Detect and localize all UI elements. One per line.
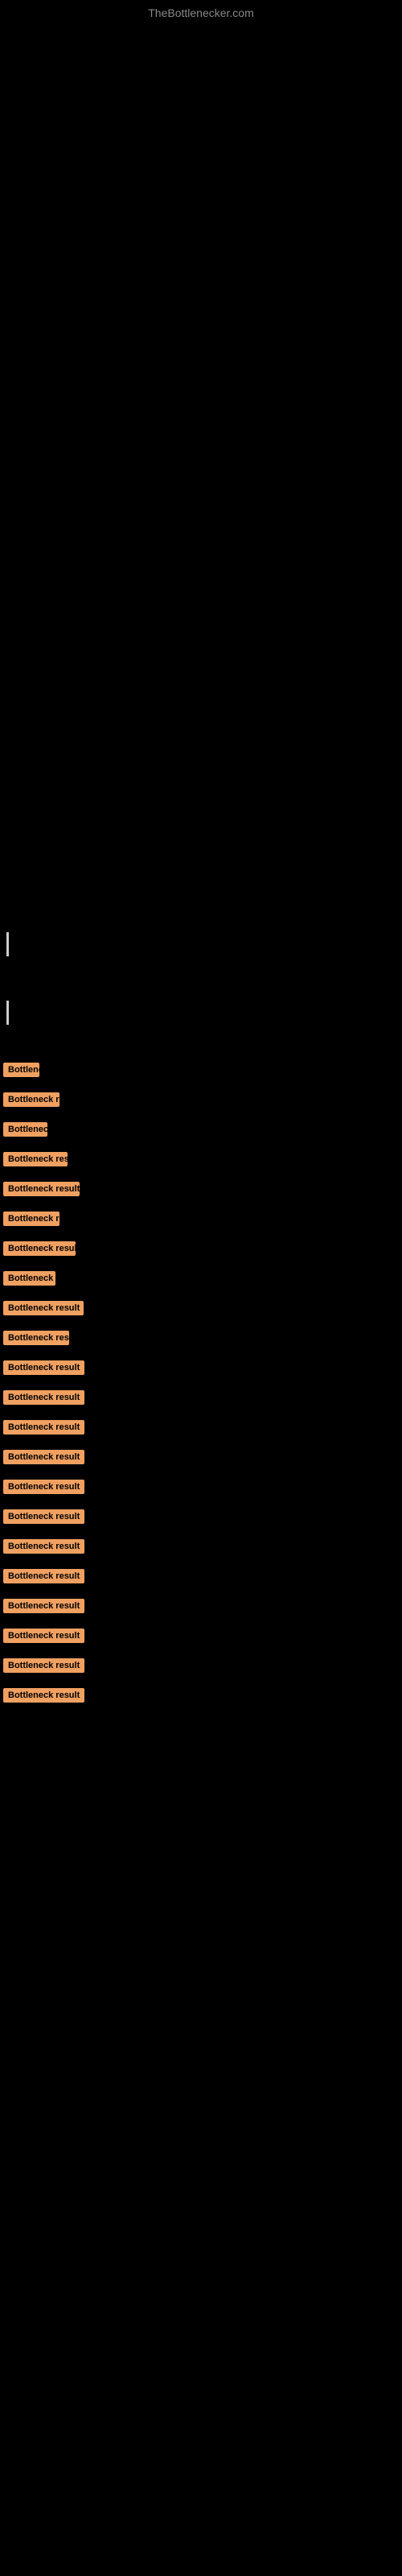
list-item: Bottleneck result xyxy=(0,1121,402,1142)
list-item: Bottleneck result xyxy=(0,1359,402,1381)
bottleneck-badge[interactable]: Bottleneck result xyxy=(3,1390,84,1405)
chart-area xyxy=(0,23,402,441)
bottleneck-badge[interactable]: Bottleneck result xyxy=(3,1360,84,1375)
bottleneck-badge[interactable]: Bottleneck result xyxy=(3,1182,80,1196)
list-item: Bottleneck result xyxy=(0,1329,402,1351)
bottleneck-badge[interactable]: Bottleneck result xyxy=(3,1271,55,1286)
line-indicator-2 xyxy=(0,993,402,1037)
list-item: Bottleneck result xyxy=(0,1448,402,1470)
list-item: Bottleneck result xyxy=(0,1091,402,1113)
spacer-section xyxy=(0,441,402,924)
bottleneck-badge[interactable]: Bottleneck result xyxy=(3,1480,84,1494)
list-item: Bottleneck result xyxy=(0,1478,402,1500)
list-item: Bottleneck result xyxy=(0,1627,402,1649)
list-item: Bottleneck result xyxy=(0,1597,402,1619)
site-title: TheBottlenecker.com xyxy=(0,0,402,23)
bottleneck-badge[interactable]: Bottleneck result xyxy=(3,1509,84,1524)
bottleneck-badge[interactable]: Bottleneck result xyxy=(3,1450,84,1464)
bottleneck-badge[interactable]: Bottleneck result xyxy=(3,1629,84,1643)
bottleneck-badge[interactable]: Bottleneck result xyxy=(3,1301,84,1315)
bottleneck-badge[interactable]: Bottleneck result xyxy=(3,1658,84,1673)
bottleneck-badge[interactable]: Bottleneck result xyxy=(3,1599,84,1613)
list-item: Bottleneck result xyxy=(0,1061,402,1083)
bottleneck-badge[interactable]: Bottleneck result xyxy=(3,1569,84,1583)
list-item: Bottleneck result xyxy=(0,1150,402,1172)
list-item: Bottleneck result xyxy=(0,1389,402,1410)
bottleneck-badge[interactable]: Bottleneck result xyxy=(3,1241,76,1256)
list-item: Bottleneck result xyxy=(0,1686,402,1708)
list-item: Bottleneck result xyxy=(0,1269,402,1291)
main-content: TheBottlenecker.com Bottleneck result Bo… xyxy=(0,0,402,1708)
bottleneck-badge[interactable]: Bottleneck result xyxy=(3,1688,84,1703)
list-item: Bottleneck result xyxy=(0,1210,402,1232)
list-item: Bottleneck result xyxy=(0,1657,402,1678)
list-item: Bottleneck result xyxy=(0,1418,402,1440)
list-item: Bottleneck result xyxy=(0,1180,402,1202)
list-item: Bottleneck result xyxy=(0,1299,402,1321)
bottleneck-badge[interactable]: Bottleneck result xyxy=(3,1212,59,1226)
bottleneck-badge[interactable]: Bottleneck result xyxy=(3,1420,84,1435)
bottleneck-badge[interactable]: Bottleneck result xyxy=(3,1152,68,1166)
list-item: Bottleneck result xyxy=(0,1240,402,1261)
bottleneck-badge[interactable]: Bottleneck result xyxy=(3,1063,39,1077)
list-item: Bottleneck result xyxy=(0,1538,402,1559)
bottleneck-badge[interactable]: Bottleneck result xyxy=(3,1331,69,1345)
line-indicator-1 xyxy=(0,924,402,968)
results-section: Bottleneck result Bottleneck result Bott… xyxy=(0,1037,402,1708)
bottleneck-badge[interactable]: Bottleneck result xyxy=(3,1539,84,1554)
list-item: Bottleneck result xyxy=(0,1567,402,1589)
bottleneck-badge[interactable]: Bottleneck result xyxy=(3,1122,47,1137)
bottleneck-badge[interactable]: Bottleneck result xyxy=(3,1092,59,1107)
list-item: Bottleneck result xyxy=(0,1508,402,1530)
